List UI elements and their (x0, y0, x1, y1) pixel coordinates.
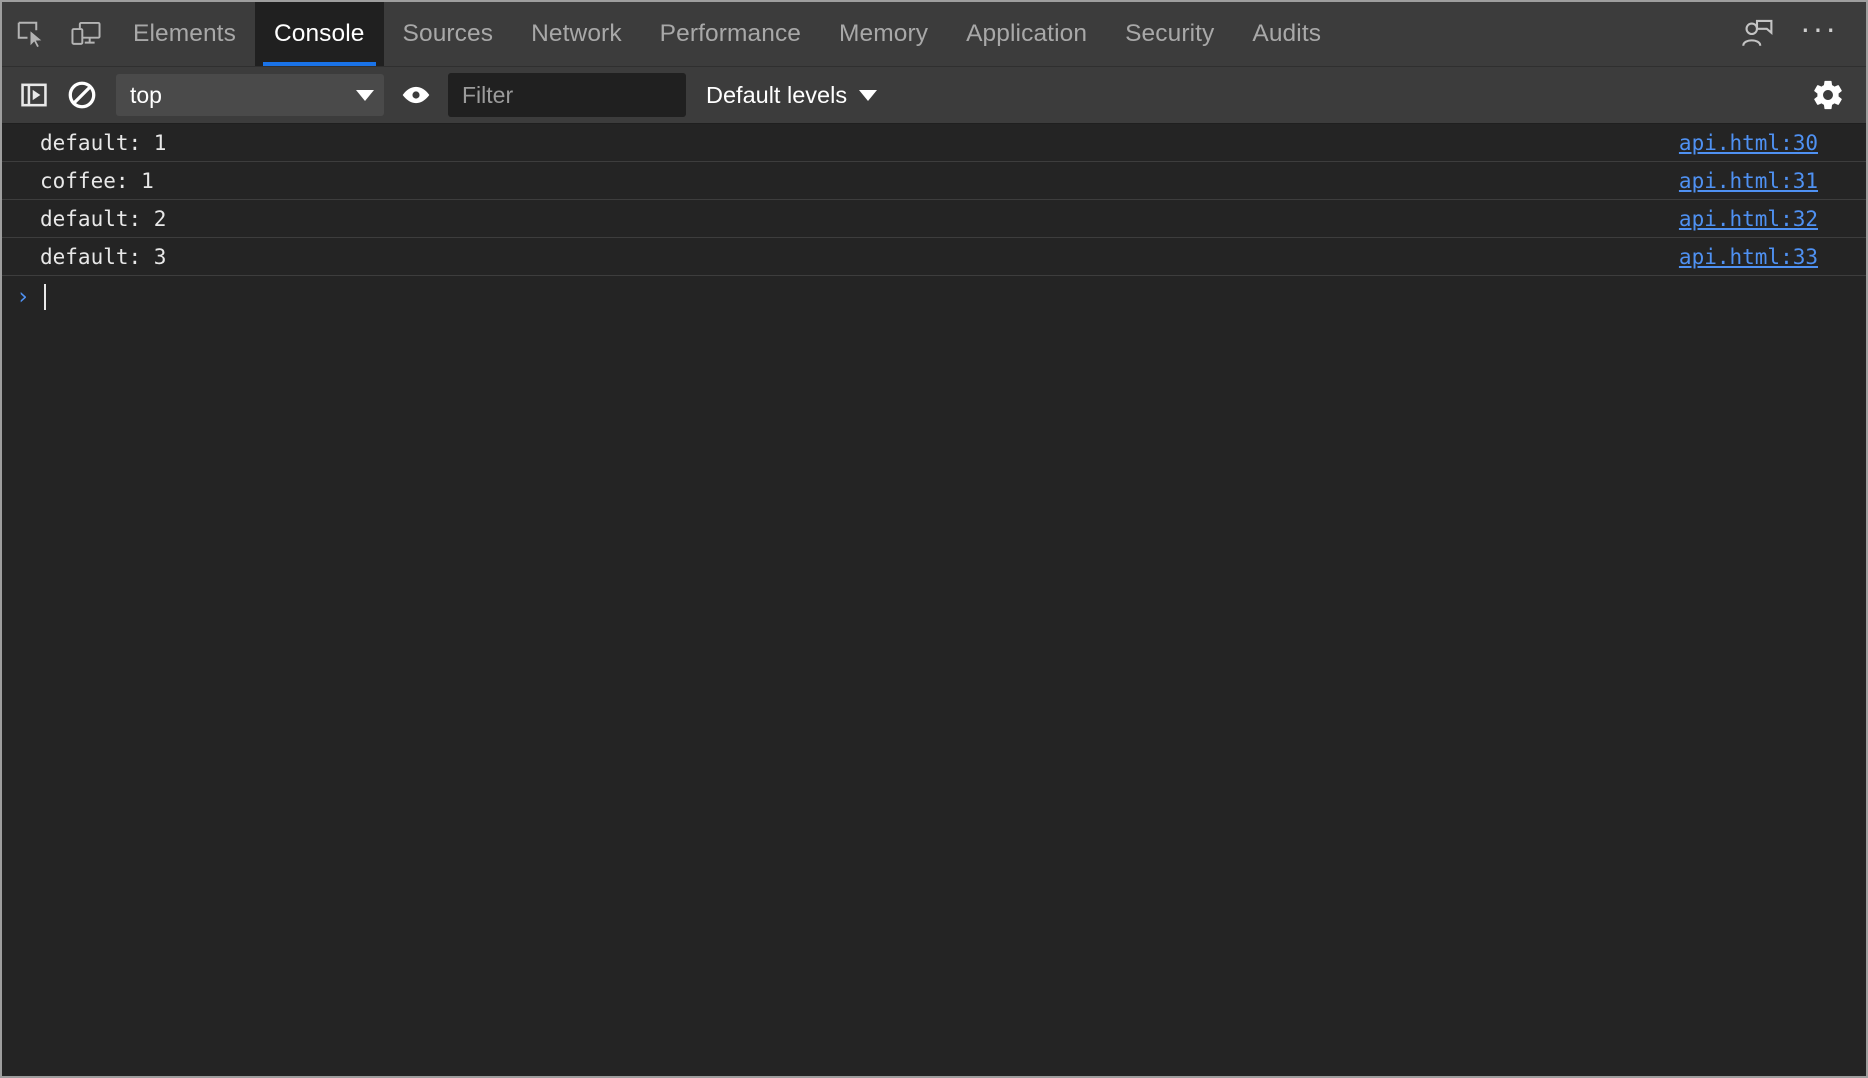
tab-label: Security (1125, 20, 1214, 48)
chevron-down-icon (356, 90, 374, 101)
tab-memory[interactable]: Memory (820, 2, 947, 66)
console-message-text: default: 1 (40, 131, 1679, 155)
console-message-row[interactable]: coffee: 1 api.html:31 (2, 162, 1866, 200)
tab-label: Audits (1252, 20, 1321, 48)
prompt-chevron-icon: › (16, 284, 42, 310)
console-message-text: default: 3 (40, 245, 1679, 269)
inspect-element-icon[interactable] (2, 2, 58, 66)
tab-elements[interactable]: Elements (114, 2, 255, 66)
device-toolbar-glyph (70, 19, 102, 49)
console-message-text: coffee: 1 (40, 169, 1679, 193)
tab-label: Elements (133, 20, 236, 48)
tabbar-actions: ··· (1726, 2, 1866, 66)
tab-label: Memory (839, 20, 928, 48)
console-message-source-link[interactable]: api.html:31 (1679, 169, 1818, 193)
show-console-sidebar-icon[interactable] (10, 73, 58, 117)
settings-gear-icon[interactable] (1802, 72, 1854, 118)
tab-label: Sources (403, 20, 494, 48)
tab-audits[interactable]: Audits (1233, 2, 1340, 66)
log-level-selector[interactable]: Default levels (700, 73, 883, 117)
console-toolbar: top Default levels (2, 67, 1866, 124)
console-message-row[interactable]: default: 1 api.html:30 (2, 124, 1866, 162)
console-message-source-link[interactable]: api.html:33 (1679, 245, 1818, 269)
gear-glyph (1811, 78, 1845, 112)
tab-performance[interactable]: Performance (641, 2, 820, 66)
person-feedback-icon[interactable] (1726, 18, 1788, 50)
person-feedback-glyph (1740, 18, 1774, 50)
tab-network[interactable]: Network (512, 2, 641, 66)
console-filter-box[interactable] (448, 73, 686, 117)
devtools-tabbar: Elements Console Sources Network Perform… (2, 2, 1866, 67)
device-toolbar-icon[interactable] (58, 2, 114, 66)
search-input[interactable] (460, 81, 674, 110)
console-prompt-row[interactable]: › (2, 276, 1866, 319)
inspect-element-glyph (15, 19, 45, 49)
tab-label: Performance (660, 20, 801, 48)
eye-glyph (401, 84, 431, 106)
create-live-expression-icon[interactable] (392, 73, 440, 117)
tabbar-spacer (1340, 2, 1726, 66)
log-level-value: Default levels (706, 82, 847, 109)
execution-context-selector[interactable]: top (116, 74, 384, 116)
console-message-text: default: 2 (40, 207, 1679, 231)
tab-console[interactable]: Console (255, 2, 384, 66)
tab-application[interactable]: Application (947, 2, 1106, 66)
console-message-row[interactable]: default: 3 api.html:33 (2, 238, 1866, 276)
clear-console-glyph (67, 80, 97, 110)
text-cursor (44, 284, 46, 310)
show-console-sidebar-glyph (20, 81, 48, 109)
console-message-list[interactable]: default: 1 api.html:30 coffee: 1 api.htm… (2, 124, 1866, 1076)
console-message-row[interactable]: default: 2 api.html:32 (2, 200, 1866, 238)
console-message-source-link[interactable]: api.html:30 (1679, 131, 1818, 155)
more-options-button[interactable]: ··· (1788, 19, 1850, 48)
tab-security[interactable]: Security (1106, 2, 1233, 66)
devtools-window: Elements Console Sources Network Perform… (0, 0, 1868, 1078)
tab-label: Application (966, 20, 1087, 48)
chevron-down-icon (859, 90, 877, 101)
more-options-label: ··· (1800, 19, 1838, 48)
tab-label: Network (531, 20, 622, 48)
console-message-source-link[interactable]: api.html:32 (1679, 207, 1818, 231)
tab-sources[interactable]: Sources (384, 2, 513, 66)
execution-context-value: top (130, 82, 356, 109)
tab-label: Console (274, 20, 365, 48)
clear-console-icon[interactable] (58, 73, 106, 117)
